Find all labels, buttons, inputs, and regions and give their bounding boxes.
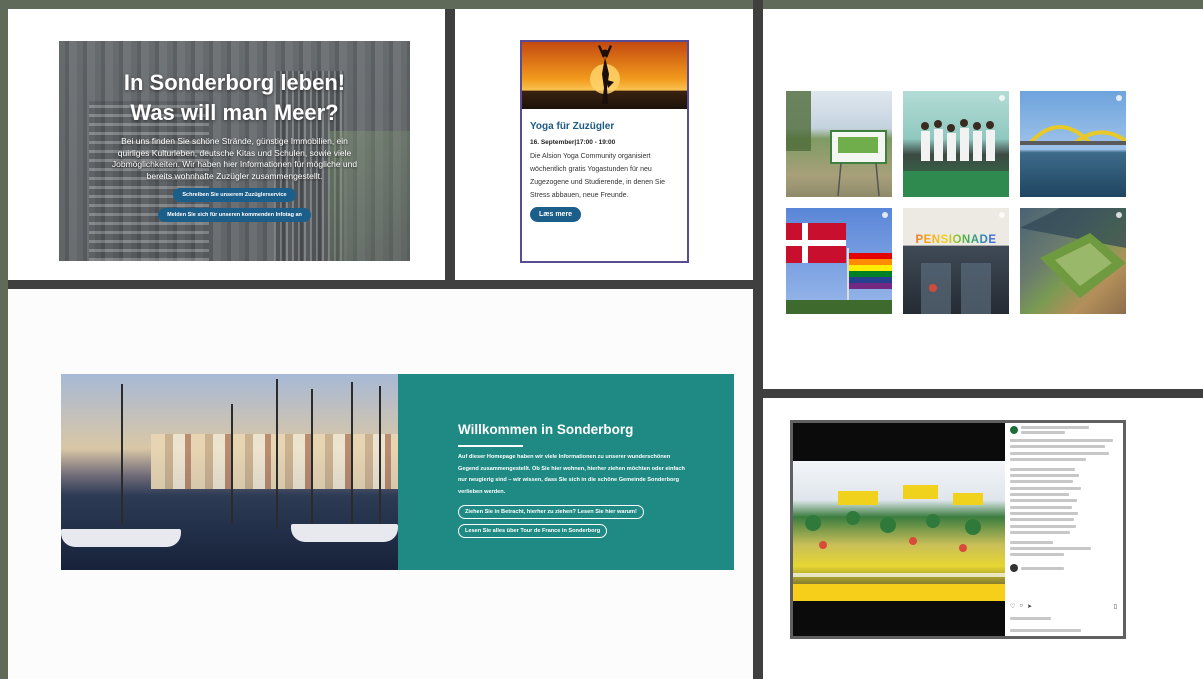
hero-description: Bei uns finden Sie schöne Strände, günst… [111, 136, 358, 181]
harbor-houses-image [151, 434, 398, 489]
welcome-title: Willkommen in Sonderborg [458, 422, 634, 437]
panel-divider [753, 0, 763, 679]
tour-de-france-button[interactable]: Lesen Sie alles über Tour de France in S… [458, 524, 608, 538]
carousel-indicator-icon [999, 212, 1005, 218]
storefront-icon [921, 263, 991, 314]
hero-banner: In Sonderborg leben! Was will man Meer? … [59, 41, 410, 261]
boat-mast [379, 386, 381, 531]
boat-mast [351, 382, 353, 532]
photo-aerial-garden[interactable] [1020, 208, 1126, 314]
hero-panel: In Sonderborg leben! Was will man Meer? … [8, 9, 445, 280]
harbor-photo [61, 374, 398, 570]
event-description: Die Alsion Yoga Community organisiert wö… [530, 153, 666, 199]
crowd-people-icon [793, 485, 1005, 577]
move-here-button[interactable]: Ziehen Sie in Betracht, hierher zu ziehe… [458, 505, 644, 519]
aerial-garden-icon [1020, 208, 1126, 298]
share-icon[interactable]: ➤ [1027, 603, 1032, 610]
panel-divider [445, 9, 455, 280]
likes-line [1010, 617, 1052, 620]
location-line [1021, 431, 1065, 434]
welcome-panel: Willkommen in Sonderborg Auf dieser Home… [8, 289, 753, 679]
infotag-signup-button[interactable]: Melden Sie sich für unseren kommenden In… [158, 208, 311, 222]
panel-divider [8, 280, 753, 289]
flags-icon [786, 223, 892, 314]
bookmark-icon[interactable]: ▯ [1114, 603, 1117, 610]
photo-bridge[interactable] [1020, 91, 1126, 197]
yoga-sunset-image [522, 42, 687, 109]
boat-hull [291, 524, 398, 542]
comment-text [1021, 566, 1065, 570]
boat-mast [231, 404, 233, 524]
read-more-button[interactable]: Læs mere [530, 207, 582, 222]
event-panel: Yoga für Zuzügler 16. September|17:00 - … [455, 9, 753, 280]
carousel-indicator-icon [1116, 212, 1122, 218]
contact-service-button[interactable]: Schreiben Sie unserem Zuzüglerservice [173, 188, 296, 202]
title-underline [458, 445, 523, 447]
heart-icon[interactable]: ♡ [1010, 603, 1015, 610]
hero-title: In Sonderborg leben! Was will man Meer? [59, 68, 410, 128]
boat-hull [61, 529, 181, 547]
photo-pensionade[interactable]: PENSIONADE [903, 208, 1009, 314]
commenter-avatar[interactable] [1010, 564, 1018, 573]
panel-divider [763, 389, 1203, 398]
post-comments: ♡ ○ ➤ ▯ [1005, 423, 1123, 636]
bridge-icon [1020, 125, 1126, 145]
post-image[interactable] [793, 423, 1005, 636]
billboard-icon [786, 91, 887, 197]
photo-group-celebration[interactable] [903, 91, 1009, 197]
boat-mast [311, 389, 313, 529]
post-actions: ♡ ○ ➤ [1010, 603, 1032, 610]
yoga-figure-icon [598, 45, 614, 104]
carousel-indicator-icon [882, 212, 888, 218]
hero-title-line1: In Sonderborg leben! [123, 70, 346, 95]
photo-sign-field[interactable] [786, 91, 892, 197]
carousel-indicator-icon [999, 95, 1005, 101]
yellow-banner [793, 584, 1005, 601]
boat-mast [121, 384, 123, 524]
comment-row [1010, 564, 1118, 573]
instagram-post: ♡ ○ ➤ ▯ [790, 420, 1126, 639]
add-comment-field[interactable] [1010, 629, 1081, 632]
people-group-icon [903, 119, 1009, 197]
event-date: 16. September|17:00 - 19:00 [530, 139, 616, 146]
caption [1010, 439, 1118, 557]
avatar[interactable] [1010, 426, 1018, 434]
instagram-panel: ♡ ○ ➤ ▯ [763, 398, 1203, 679]
event-card[interactable]: Yoga für Zuzügler 16. September|17:00 - … [520, 40, 689, 263]
hero-title-line2: Was will man Meer? [130, 100, 339, 125]
welcome-box: Willkommen in Sonderborg Auf dieser Home… [398, 374, 734, 570]
boat-mast [276, 379, 278, 529]
photo-grid-panel: PENSIONADE [763, 9, 1203, 389]
welcome-text: Auf dieser Homepage haben wir viele Info… [458, 454, 685, 496]
comment-icon[interactable]: ○ [1019, 603, 1023, 610]
event-title[interactable]: Yoga für Zuzügler [530, 121, 679, 132]
username-line[interactable] [1021, 426, 1089, 429]
photo-flags[interactable] [786, 208, 892, 314]
carousel-indicator-icon [1116, 95, 1122, 101]
